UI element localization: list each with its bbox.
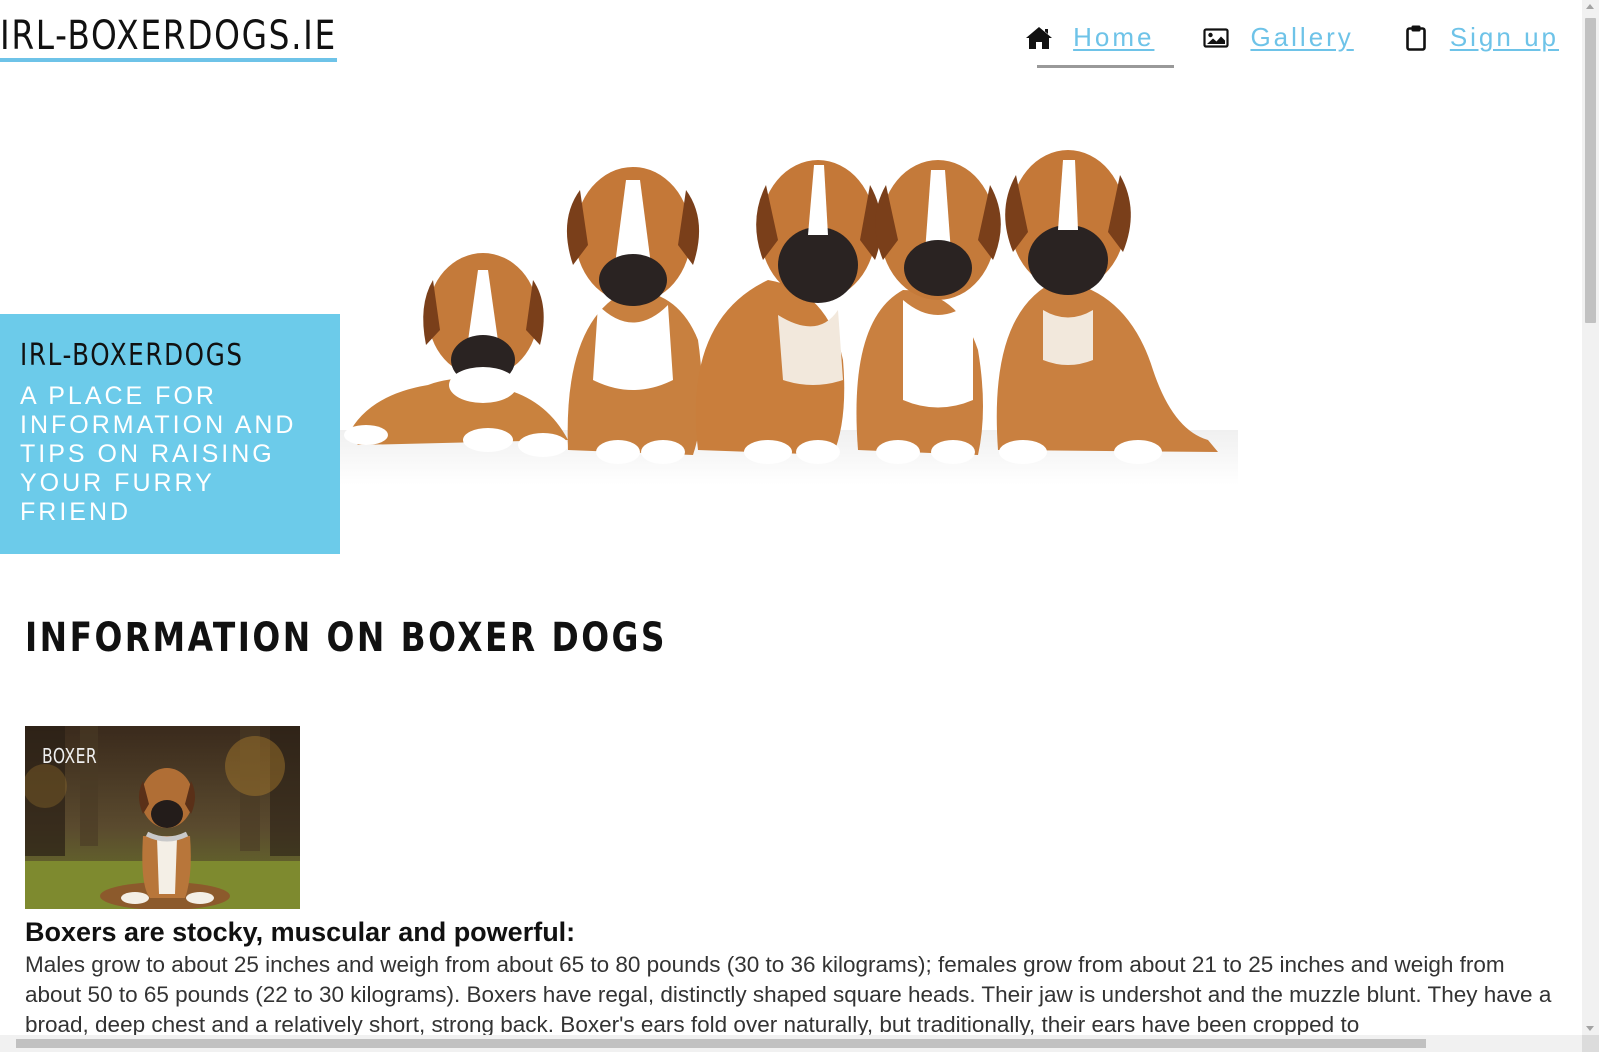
nav-signup-label: Sign up bbox=[1449, 22, 1559, 52]
hero-subtitle: A PLACE FOR INFORMATION AND TIPS ON RAIS… bbox=[20, 382, 297, 526]
site-logo[interactable]: IRL-BOXERDOGS.IE bbox=[0, 14, 337, 62]
horizontal-scroll-thumb[interactable] bbox=[16, 1039, 1426, 1048]
vertical-scroll-thumb[interactable] bbox=[1585, 18, 1596, 323]
clipboard-icon bbox=[1402, 24, 1430, 52]
boxer-description: Males grow to about 25 inches and weigh … bbox=[25, 952, 1552, 1037]
nav-gallery-label: Gallery bbox=[1250, 22, 1354, 52]
vertical-scrollbar[interactable] bbox=[1582, 0, 1599, 1035]
boxer-subheading: Boxers are stocky, muscular and powerful… bbox=[25, 917, 576, 947]
nav-signup[interactable]: Sign up bbox=[1384, 22, 1559, 63]
scroll-down-icon[interactable] bbox=[1586, 1026, 1594, 1031]
boxer-card-label: BOXER bbox=[42, 744, 98, 768]
hero-puppies-image bbox=[338, 140, 1253, 485]
hero-banner: IRL-BOXERDOGS A PLACE FOR INFORMATION AN… bbox=[0, 314, 340, 554]
image-icon bbox=[1202, 24, 1230, 52]
main-nav: Home Gallery Sign up bbox=[995, 22, 1559, 68]
horizontal-scrollbar[interactable] bbox=[0, 1035, 1582, 1052]
section-heading: INFORMATION ON BOXER DOGS bbox=[25, 615, 668, 661]
nav-gallery[interactable]: Gallery bbox=[1184, 22, 1371, 63]
page: IRL-BOXERDOGS.IE Home Gallery Sign up IR… bbox=[0, 0, 1599, 1052]
boxer-photo: BOXER bbox=[25, 726, 300, 909]
nav-home-label: Home bbox=[1073, 22, 1155, 52]
home-icon bbox=[1025, 24, 1053, 52]
scroll-up-icon[interactable] bbox=[1586, 4, 1594, 9]
hero-title: IRL-BOXERDOGS bbox=[20, 338, 244, 373]
scrollbar-corner bbox=[1582, 1035, 1599, 1052]
nav-home[interactable]: Home bbox=[1007, 22, 1175, 68]
